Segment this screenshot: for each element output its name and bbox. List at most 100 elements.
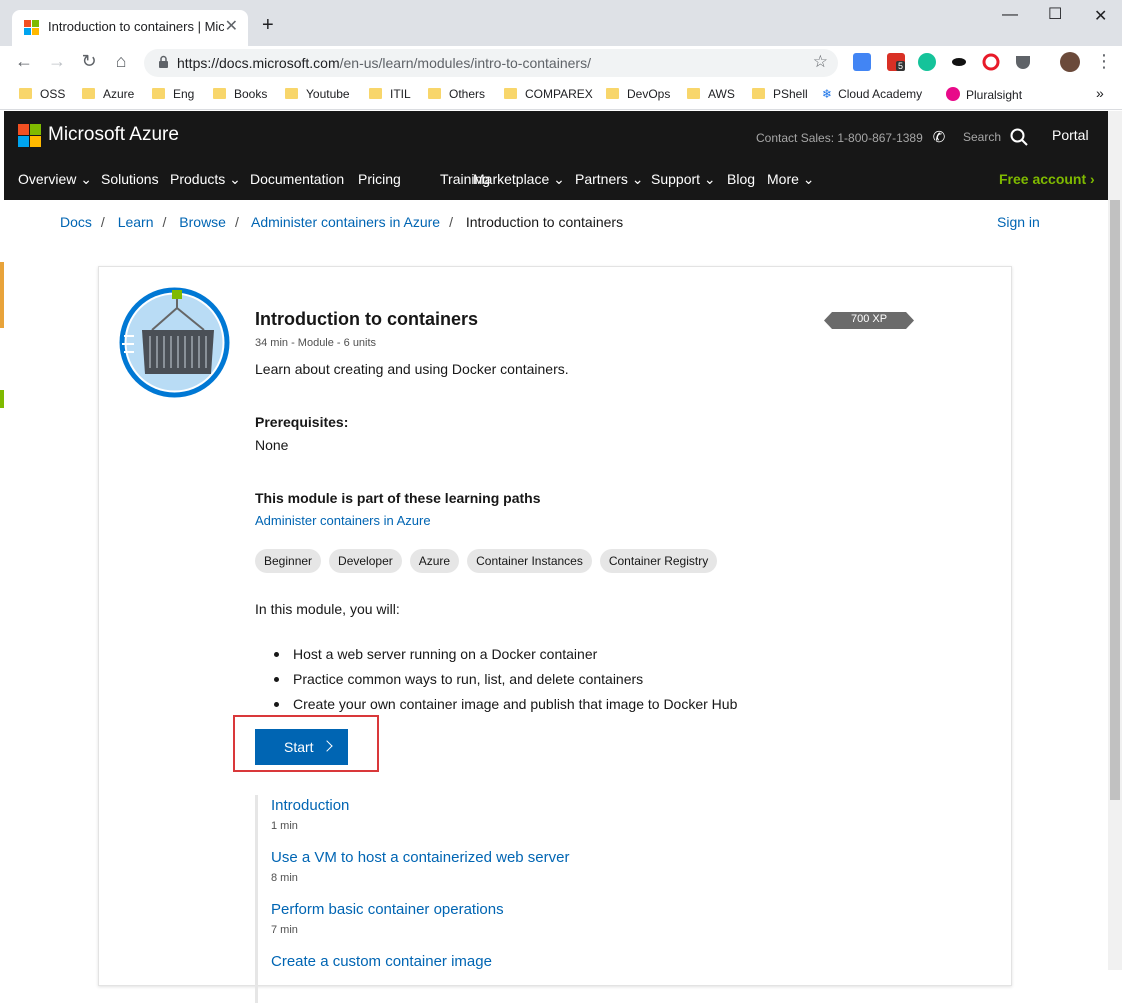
folder-icon <box>369 88 382 99</box>
browser-tab-strip: Introduction to containers | Micro ✕ + —… <box>0 0 1122 46</box>
bookmark-aws[interactable]: AWS <box>687 87 735 101</box>
translate-extension-icon[interactable] <box>853 53 871 71</box>
pluralsight-icon <box>946 87 960 101</box>
goal-item: Practice common ways to run, list, and d… <box>271 667 737 692</box>
bookmark-youtube[interactable]: Youtube <box>285 87 350 101</box>
nav-marketplace[interactable]: Marketplace ⌄ <box>473 171 565 188</box>
minimize-icon[interactable]: — <box>1002 6 1018 24</box>
nav-products[interactable]: Products ⌄ <box>170 171 241 188</box>
tag-azure[interactable]: Azure <box>409 549 460 573</box>
start-button[interactable]: Start <box>255 729 348 765</box>
bookmark-azure[interactable]: Azure <box>82 87 134 101</box>
bookmark-cloud-academy[interactable]: ❄ Cloud Academy <box>822 87 922 101</box>
breadcrumb-browse[interactable]: Browse <box>179 214 226 230</box>
reload-icon[interactable]: ↻ <box>77 51 101 72</box>
sign-in-link[interactable]: Sign in <box>997 214 1040 230</box>
profile-avatar[interactable] <box>1060 52 1080 72</box>
tab-close-icon[interactable]: ✕ <box>225 16 238 36</box>
folder-icon <box>82 88 95 99</box>
breadcrumb: Docs / Learn / Browse / Administer containe… <box>60 214 624 230</box>
contact-sales: Contact Sales: 1-800-867-1389 ✆ <box>756 129 946 146</box>
bookmark-comparex[interactable]: COMPAREX <box>504 87 593 101</box>
goal-item: Host a web server running on a Docker co… <box>271 642 737 667</box>
breadcrumb-learn[interactable]: Learn <box>118 214 154 230</box>
phone-icon: ✆ <box>932 129 946 146</box>
nav-solutions[interactable]: Solutions <box>101 171 159 187</box>
bookmark-books[interactable]: Books <box>213 87 267 101</box>
tag-container-registry[interactable]: Container Registry <box>599 549 718 573</box>
nav-blog[interactable]: Blog <box>727 171 755 187</box>
module-summary: Learn about creating and using Docker co… <box>255 361 569 377</box>
nav-support[interactable]: Support ⌄ <box>651 171 716 188</box>
unit-item: Perform basic container operations 7 min <box>255 899 569 951</box>
address-bar[interactable]: https://docs.microsoft.com/en-us/learn/m… <box>144 49 838 77</box>
unit-item: Use a VM to host a containerized web ser… <box>255 847 569 899</box>
unit-duration: 7 min <box>271 924 298 936</box>
unit-link[interactable]: Create a custom container image <box>271 951 569 970</box>
scrollbar-thumb[interactable] <box>1110 200 1120 800</box>
fish-extension-icon[interactable] <box>950 53 968 71</box>
unit-item: Create a custom container image <box>255 951 569 1003</box>
prerequisites-value: None <box>255 437 289 453</box>
bookmark-pshell[interactable]: PShell <box>752 87 808 101</box>
back-icon[interactable]: ← <box>12 51 36 72</box>
pocket-extension-icon[interactable] <box>1014 53 1032 71</box>
nav-partners[interactable]: Partners ⌄ <box>575 171 644 188</box>
unit-list: Introduction 1 min Use a VM to host a co… <box>255 795 569 1003</box>
goals-intro: In this module, you will: <box>255 601 400 617</box>
portal-link[interactable]: Portal <box>1052 127 1089 143</box>
tag-container-instances[interactable]: Container Instances <box>467 549 592 573</box>
left-edge-strip <box>0 390 4 408</box>
window-close-icon[interactable]: ✕ <box>1094 6 1107 26</box>
bookmark-oss[interactable]: OSS <box>19 87 65 101</box>
maximize-icon[interactable]: ☐ <box>1048 4 1062 24</box>
module-title: Introduction to containers <box>255 309 478 329</box>
tag-developer[interactable]: Developer <box>329 549 402 573</box>
nav-documentation[interactable]: Documentation <box>250 171 344 187</box>
bookmark-others[interactable]: Others <box>428 87 485 101</box>
nav-more[interactable]: More ⌄ <box>767 171 815 188</box>
browser-toolbar: ← → ↻ ⌂ https://docs.microsoft.com/en-us… <box>0 46 1122 82</box>
breadcrumb-learning-path[interactable]: Administer containers in Azure <box>251 214 440 230</box>
unit-link[interactable]: Introduction <box>271 795 569 814</box>
nav-pricing[interactable]: Pricing <box>358 171 401 187</box>
chrome-menu-icon[interactable]: ⋮ <box>1092 51 1116 72</box>
snowflake-icon: ❄ <box>822 87 833 101</box>
home-icon[interactable]: ⌂ <box>109 51 133 72</box>
unit-link[interactable]: Use a VM to host a containerized web ser… <box>271 847 569 866</box>
bookmark-itil[interactable]: ITIL <box>369 87 411 101</box>
learning-path-link[interactable]: Administer containers in Azure <box>255 513 431 528</box>
tag-beginner[interactable]: Beginner <box>255 549 322 573</box>
more-bookmarks-icon[interactable]: » <box>1096 85 1104 101</box>
bookmarks-bar: OSS Azure Eng Books Youtube ITIL Others … <box>0 82 1122 110</box>
prerequisites-heading: Prerequisites: <box>255 414 349 430</box>
container-badge-icon <box>119 287 230 398</box>
brand-name[interactable]: Microsoft Azure <box>48 124 179 146</box>
breadcrumb-docs[interactable]: Docs <box>60 214 92 230</box>
todo-extension-icon[interactable]: 5 <box>887 53 906 71</box>
folder-icon <box>428 88 441 99</box>
opera-extension-icon[interactable] <box>982 53 1000 71</box>
forward-icon[interactable]: → <box>45 51 69 72</box>
tab-title: Introduction to containers | Micro <box>48 19 224 34</box>
bookmark-devops[interactable]: DevOps <box>606 87 670 101</box>
microsoft-favicon-icon <box>24 20 39 35</box>
grammarly-extension-icon[interactable] <box>918 53 936 71</box>
new-tab-icon[interactable]: + <box>262 14 274 37</box>
chevron-right-icon <box>321 740 333 752</box>
folder-icon <box>19 88 32 99</box>
unit-item: Introduction 1 min <box>255 795 569 847</box>
bookmark-star-icon[interactable]: ☆ <box>813 52 828 72</box>
free-account-link[interactable]: Free account › <box>999 171 1095 187</box>
unit-link[interactable]: Perform basic container operations <box>271 899 569 918</box>
search-button[interactable]: Search <box>963 128 1029 146</box>
unit-duration: 1 min <box>271 820 298 832</box>
folder-icon <box>504 88 517 99</box>
lock-icon <box>159 55 168 68</box>
microsoft-logo-icon[interactable] <box>18 124 41 147</box>
browser-tab[interactable]: Introduction to containers | Micro ✕ <box>12 10 248 46</box>
bookmark-pluralsight[interactable]: Pluralsight <box>946 87 1022 102</box>
nav-overview[interactable]: Overview ⌄ <box>18 171 92 188</box>
goal-item: Create your own container image and publ… <box>271 692 737 717</box>
bookmark-eng[interactable]: Eng <box>152 87 194 101</box>
